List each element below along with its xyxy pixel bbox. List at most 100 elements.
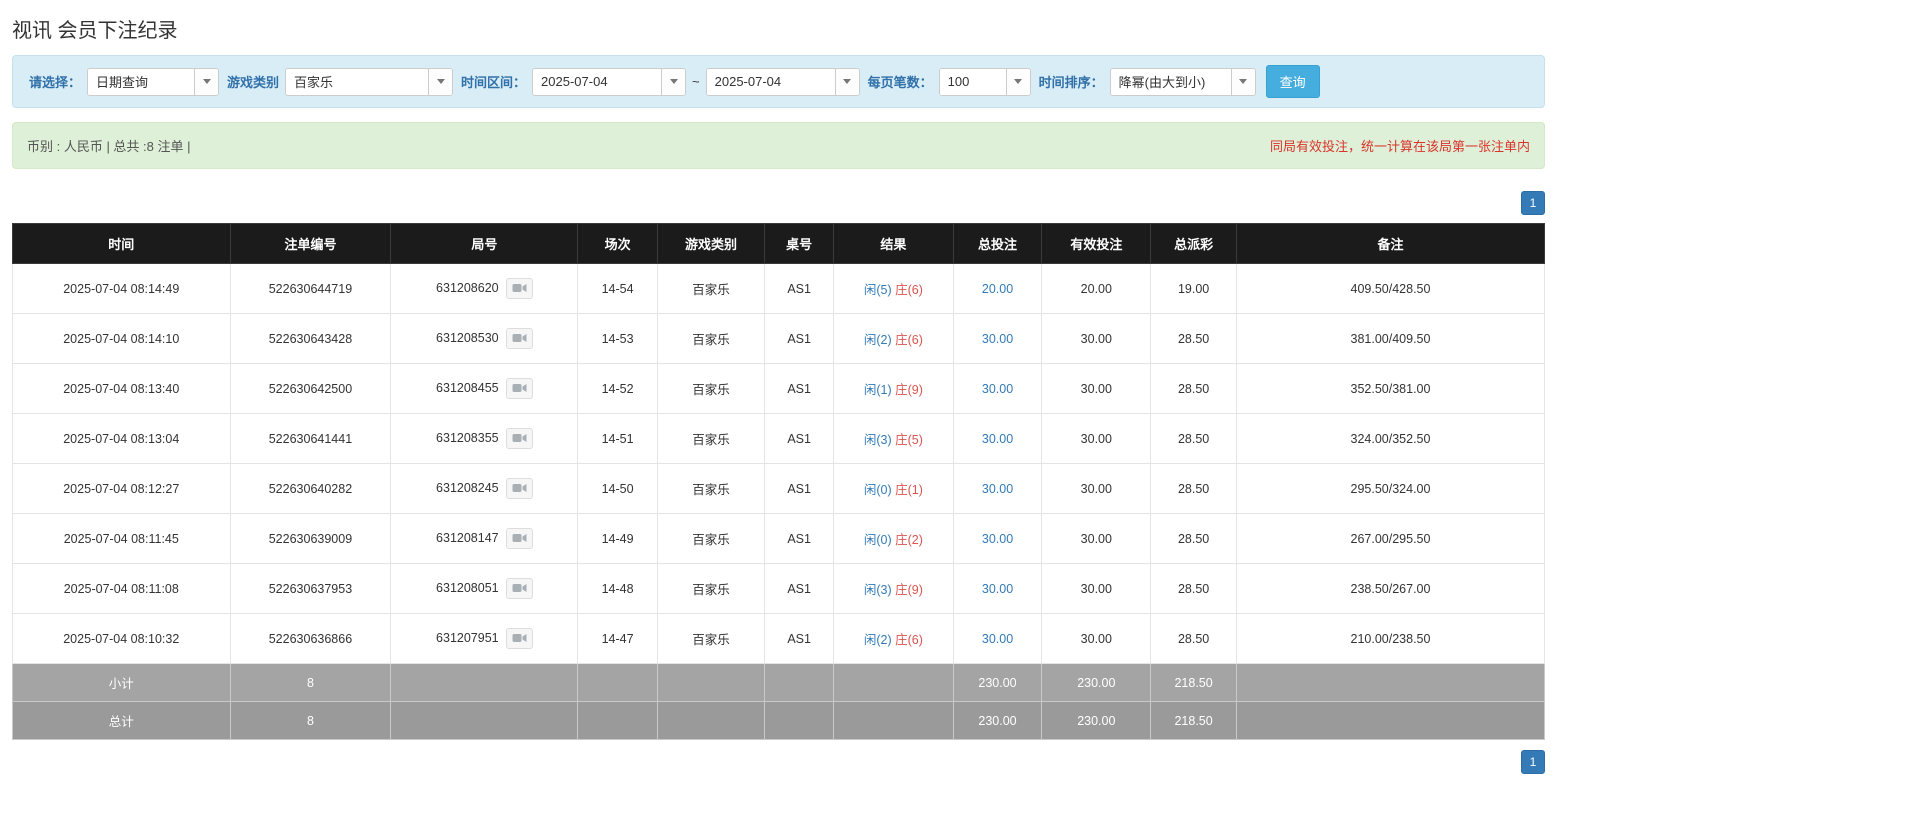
date-from-dropdown-button[interactable]: [661, 68, 686, 95]
sort-order-combo: [1109, 67, 1256, 96]
round-id-text: 631208455: [436, 380, 499, 395]
column-header: 桌号: [764, 223, 835, 264]
select-type-label: 请选择：: [29, 75, 82, 90]
column-header: 结果: [833, 223, 954, 264]
total-bet-link[interactable]: 30.00: [982, 432, 1013, 446]
cell-table-no: AS1: [764, 463, 835, 514]
table-row: 2025-07-04 08:12:27 522630640282 6312082…: [12, 463, 1546, 514]
column-header: 注单编号: [229, 223, 392, 264]
cell-total-bet: 30.00: [952, 613, 1043, 664]
sort-order-dropdown-button[interactable]: [1230, 68, 1255, 95]
result-player: 闲(2): [863, 333, 892, 347]
video-replay-button[interactable]: [505, 578, 533, 599]
total-bet-link[interactable]: 30.00: [982, 382, 1013, 396]
table-footer: 小计 8 230.00 230.00 218.50 总计 8 230.00 23…: [12, 663, 1546, 740]
search-button[interactable]: 查询: [1265, 65, 1320, 98]
video-replay-button[interactable]: [505, 478, 533, 499]
date-to-dropdown-button[interactable]: [834, 68, 859, 95]
video-replay-button[interactable]: [505, 328, 533, 349]
sort-order-label: 时间排序：: [1038, 75, 1104, 90]
game-type-input[interactable]: [286, 68, 429, 95]
cell-valid-bet: 20.00: [1041, 263, 1152, 314]
cell-table-no: AS1: [764, 613, 835, 664]
round-id-text: 631208051: [436, 580, 499, 595]
table-row: 2025-07-04 08:14:49 522630644719 6312086…: [12, 263, 1546, 314]
cell-remark: 381.00/409.50: [1235, 313, 1546, 364]
table-row: 2025-07-04 08:14:10 522630643428 6312085…: [12, 313, 1546, 364]
total-bet-link[interactable]: 30.00: [982, 632, 1013, 646]
cell-time: 2025-07-04 08:14:10: [12, 313, 231, 364]
page-size-dropdown-button[interactable]: [1005, 68, 1030, 95]
cell-remark: 324.00/352.50: [1235, 413, 1546, 464]
cell-total-bet: 20.00: [952, 263, 1043, 314]
video-camera-icon: [512, 334, 527, 342]
cell-time: 2025-07-04 08:13:40: [12, 363, 231, 414]
cell-game-type: 百家乐: [656, 613, 766, 664]
cell-remark: 295.50/324.00: [1235, 463, 1546, 514]
round-id-text: 631208530: [436, 330, 499, 345]
video-replay-button[interactable]: [505, 278, 533, 299]
cell-bet-id: 522630639009: [229, 513, 392, 564]
cell-valid-bet: 30.00: [1041, 363, 1152, 414]
cell-result: 闲(1) 庄(9): [833, 363, 954, 414]
cell-table-no: AS1: [764, 563, 835, 614]
column-header: 总投注: [952, 223, 1043, 264]
table-row: 2025-07-04 08:11:08 522630637953 6312080…: [12, 563, 1546, 614]
column-header: 场次: [577, 223, 658, 264]
query-type-input[interactable]: [88, 68, 195, 95]
date-from-input[interactable]: [533, 68, 662, 95]
cell-round-id: 631208620: [390, 263, 579, 314]
summary-label: 总计: [12, 701, 231, 740]
cell-session: 14-50: [577, 463, 658, 514]
summary-valid-bet: 230.00: [1041, 663, 1152, 702]
cell-round-id: 631208051: [390, 563, 579, 614]
chevron-down-icon: [669, 79, 678, 84]
cell-bet-id: 522630643428: [229, 313, 392, 364]
page-size-input[interactable]: [939, 68, 1006, 95]
sort-order-input[interactable]: [1110, 68, 1231, 95]
cell-round-id: 631208455: [390, 363, 579, 414]
total-bet-link[interactable]: 30.00: [982, 582, 1013, 596]
result-player: 闲(3): [863, 583, 892, 597]
summary-valid-bet: 230.00: [1041, 701, 1152, 740]
query-type-dropdown-button[interactable]: [194, 68, 219, 95]
cell-game-type: 百家乐: [656, 413, 766, 464]
cell-session: 14-54: [577, 263, 658, 314]
cell-session: 14-52: [577, 363, 658, 414]
game-type-dropdown-button[interactable]: [428, 68, 453, 95]
cell-round-id: 631208245: [390, 463, 579, 514]
video-replay-button[interactable]: [505, 628, 533, 649]
cell-table-no: AS1: [764, 413, 835, 464]
video-replay-button[interactable]: [505, 528, 533, 549]
page-1-button[interactable]: 1: [1521, 191, 1545, 215]
cell-bet-id: 522630640282: [229, 463, 392, 514]
total-bet-link[interactable]: 30.00: [982, 332, 1013, 346]
summary-total-bet: 230.00: [952, 701, 1043, 740]
cell-total-bet: 30.00: [952, 563, 1043, 614]
total-bet-link[interactable]: 30.00: [982, 482, 1013, 496]
summary-note-text: 同局有效投注，统一计算在该局第一张注单内: [1269, 139, 1530, 154]
cell-result: 闲(0) 庄(1): [833, 463, 954, 514]
date-to-input[interactable]: [706, 68, 835, 95]
total-bet-link[interactable]: 20.00: [982, 282, 1013, 296]
summary-payout: 218.50: [1150, 663, 1237, 702]
result-player: 闲(0): [863, 483, 892, 497]
round-id-text: 631208355: [436, 430, 499, 445]
cell-result: 闲(2) 庄(6): [833, 613, 954, 664]
cell-result: 闲(0) 庄(2): [833, 513, 954, 564]
cell-bet-id: 522630642500: [229, 363, 392, 414]
table-row: 2025-07-04 08:10:32 522630636866 6312079…: [12, 613, 1546, 664]
round-id-text: 631208245: [436, 480, 499, 495]
video-replay-button[interactable]: [505, 428, 533, 449]
page-1-button[interactable]: 1: [1521, 750, 1545, 774]
subtotal-row: 小计 8 230.00 230.00 218.50: [12, 663, 1546, 702]
result-player: 闲(2): [863, 633, 892, 647]
total-bet-link[interactable]: 30.00: [982, 532, 1013, 546]
chevron-down-icon: [1239, 79, 1248, 84]
cell-round-id: 631208355: [390, 413, 579, 464]
cell-payout: 28.50: [1150, 463, 1237, 514]
cell-total-bet: 30.00: [952, 413, 1043, 464]
video-replay-button[interactable]: [505, 378, 533, 399]
cell-result: 闲(3) 庄(5): [833, 413, 954, 464]
cell-time: 2025-07-04 08:13:04: [12, 413, 231, 464]
